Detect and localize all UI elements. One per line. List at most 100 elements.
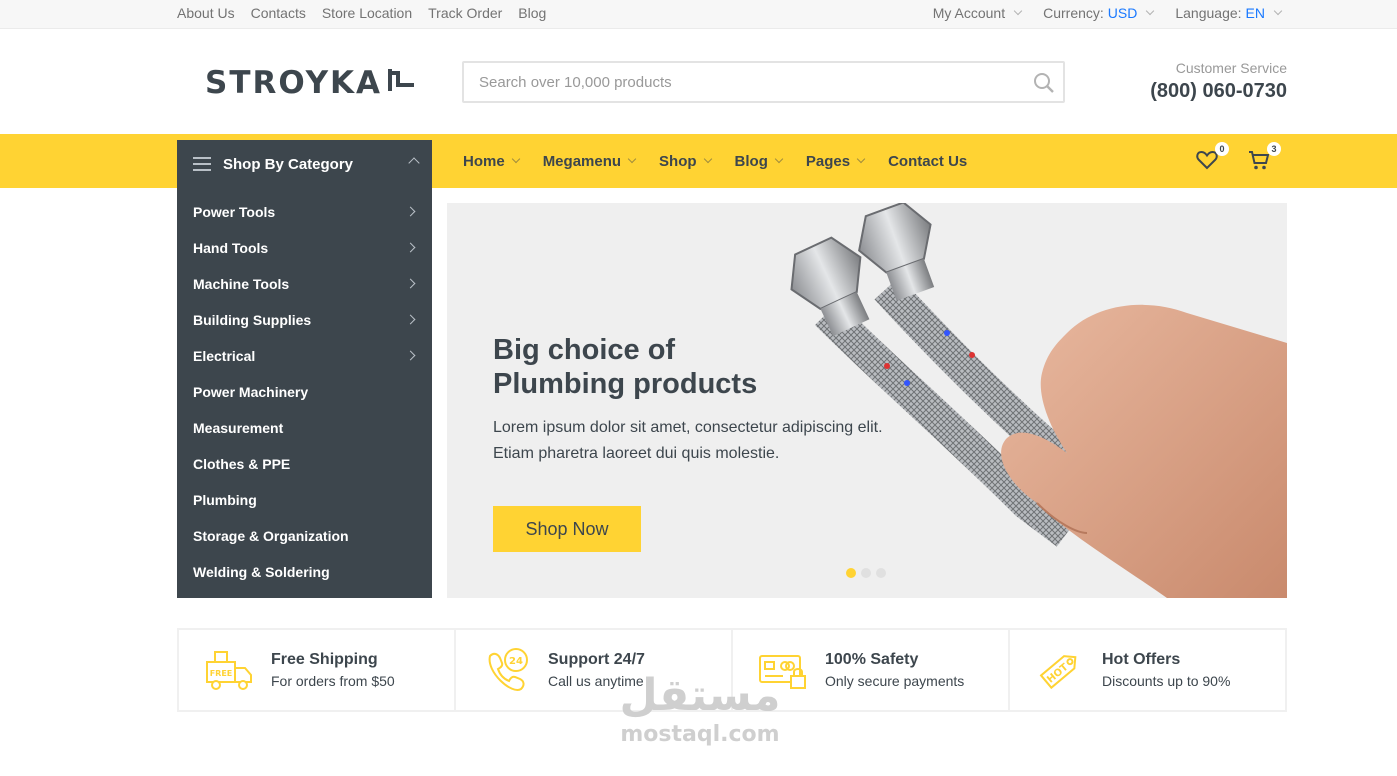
- currency-value: USD: [1107, 5, 1138, 21]
- nav-item-megamenu[interactable]: Megamenu: [542, 152, 637, 170]
- chevron-down-icon: [856, 154, 866, 164]
- hero-slider: Big choice of Plumbing products Lorem ip…: [447, 203, 1287, 598]
- svg-text:24: 24: [509, 656, 523, 667]
- nav-item-pages[interactable]: Pages: [806, 153, 866, 170]
- chevron-right-icon: [405, 206, 416, 217]
- chevron-down-icon: [703, 154, 712, 164]
- language-label: Language:: [1175, 5, 1242, 21]
- shop-now-button[interactable]: Shop Now: [493, 506, 641, 552]
- chevron-right-icon: [405, 278, 416, 289]
- cart-count-badge: 3: [1267, 142, 1281, 156]
- category-item[interactable]: Power Tools: [177, 194, 432, 230]
- category-item[interactable]: Plumbing: [177, 482, 432, 518]
- category-label: Welding & Soldering: [193, 564, 330, 580]
- nav-item-home[interactable]: Home: [463, 152, 520, 170]
- svg-text:FREE: FREE: [210, 669, 233, 678]
- feature-subtitle: Discounts up to 90%: [1102, 673, 1231, 689]
- top-link-about-us[interactable]: About Us: [177, 5, 235, 21]
- category-menu: Power Tools Hand Tools Machine Tools Buildi…: [177, 188, 432, 598]
- my-account-label: My Account: [932, 5, 1006, 21]
- menu-icon: [193, 157, 211, 171]
- nav-label: Contact Us: [888, 152, 968, 170]
- chevron-down-icon: [774, 154, 784, 164]
- customer-service: Customer Service (800) 060-0730: [1150, 60, 1287, 103]
- top-bar: About Us Contacts Store Location Track O…: [0, 0, 1397, 29]
- hero-description: Lorem ipsum dolor sit amet, consectetur …: [493, 415, 913, 467]
- currency-label: Currency:: [1043, 5, 1104, 21]
- search-input[interactable]: [464, 63, 1004, 101]
- category-item[interactable]: Power Machinery: [177, 374, 432, 410]
- nav-label: Megamenu: [542, 152, 622, 170]
- category-item[interactable]: Measurement: [177, 410, 432, 446]
- feature-free-shipping: FREE Free Shipping For orders from $50: [179, 630, 456, 710]
- category-item[interactable]: Hand Tools: [177, 230, 432, 266]
- main-nav: Shop By Category Home Megamenu Shop Blog…: [0, 134, 1397, 188]
- feature-title: Free Shipping: [271, 651, 378, 668]
- search-icon[interactable]: [1033, 72, 1055, 94]
- nav-item-shop[interactable]: Shop: [659, 152, 712, 170]
- shop-by-category-button[interactable]: Shop By Category: [177, 140, 432, 188]
- service-label: Customer Service: [1175, 60, 1287, 76]
- chevron-down-icon: [1146, 6, 1155, 16]
- category-item[interactable]: Clothes & PPE: [177, 446, 432, 482]
- wishlist-button[interactable]: 0: [1195, 142, 1229, 172]
- category-label: Building Supplies: [193, 312, 312, 328]
- nav-item-contact-us[interactable]: Contact Us: [888, 153, 967, 170]
- category-item[interactable]: Machine Tools: [177, 266, 432, 302]
- support-phone-icon: 24: [488, 648, 528, 691]
- site-logo[interactable]: STROYKA: [205, 65, 416, 101]
- feature-text: Hot Offers Discounts up to 90%: [1102, 651, 1230, 689]
- site-header: STROYKA Customer Service (800) 060-0730: [0, 29, 1397, 134]
- nav-item-blog[interactable]: Blog: [735, 153, 784, 170]
- category-label: Electrical: [193, 348, 256, 364]
- slider-dot[interactable]: [876, 568, 886, 578]
- feature-title: Hot Offers: [1102, 651, 1181, 668]
- slider-dot[interactable]: [861, 568, 871, 578]
- chevron-up-icon: [408, 157, 420, 169]
- feature-title: 100% Safety: [825, 651, 919, 668]
- chevron-down-icon: [511, 154, 520, 164]
- category-item[interactable]: Storage & Organization: [177, 518, 432, 554]
- feature-subtitle: For orders from $50: [271, 673, 395, 689]
- roller-icon: [386, 65, 416, 101]
- free-shipping-truck-icon: FREE: [206, 651, 252, 690]
- nav-label: Shop: [659, 152, 697, 170]
- hero-text-line: Etiam pharetra laoreet dui quis molestie…: [493, 445, 780, 462]
- category-item[interactable]: Welding & Soldering: [177, 554, 432, 590]
- my-account-dropdown[interactable]: My Account: [932, 5, 1023, 21]
- search-bar: [462, 61, 1065, 103]
- nav-icons: 0 3: [1195, 142, 1281, 172]
- top-link-contacts[interactable]: Contacts: [251, 5, 306, 21]
- top-link-store-location[interactable]: Store Location: [322, 5, 412, 21]
- category-label: Hand Tools: [193, 240, 269, 256]
- hot-tag-icon: HOT: [1039, 655, 1077, 690]
- chevron-down-icon: [627, 154, 637, 164]
- logo-text: STROYKA: [205, 65, 383, 101]
- top-link-track-order[interactable]: Track Order: [428, 5, 502, 21]
- hero-title: Big choice of Plumbing products: [493, 333, 833, 401]
- service-phone[interactable]: (800) 060-0730: [1150, 80, 1287, 103]
- category-item[interactable]: Building Supplies: [177, 302, 432, 338]
- top-link-blog[interactable]: Blog: [518, 5, 546, 21]
- chevron-right-icon: [405, 350, 416, 361]
- feature-title: Support 24/7: [548, 651, 645, 668]
- chevron-down-icon: [1013, 6, 1023, 16]
- category-item[interactable]: Electrical: [177, 338, 432, 374]
- hero-title-line: Big choice of: [493, 334, 676, 366]
- language-value: EN: [1245, 5, 1265, 21]
- cart-button[interactable]: 3: [1247, 142, 1281, 172]
- nav-label: Home: [463, 152, 505, 170]
- watermark-arabic: مستقل: [619, 670, 781, 721]
- nav-links: Home Megamenu Shop Blog Pages Contact Us: [463, 134, 967, 188]
- language-dropdown[interactable]: Language: EN: [1175, 5, 1283, 21]
- top-dropdowns: My Account Currency: USD Language: EN: [932, 5, 1283, 21]
- hero-title-line: Plumbing products: [493, 368, 758, 400]
- feature-text: Free Shipping For orders from $50: [271, 651, 395, 689]
- feature-text: 100% Safety Only secure payments: [825, 651, 964, 689]
- currency-dropdown[interactable]: Currency: USD: [1043, 5, 1155, 21]
- category-label: Measurement: [193, 420, 284, 436]
- category-label: Storage & Organization: [193, 528, 349, 544]
- watermark: مستقل mostaql.com: [610, 670, 790, 765]
- watermark-latin: mostaql.com: [620, 722, 780, 747]
- slider-dot[interactable]: [846, 568, 856, 578]
